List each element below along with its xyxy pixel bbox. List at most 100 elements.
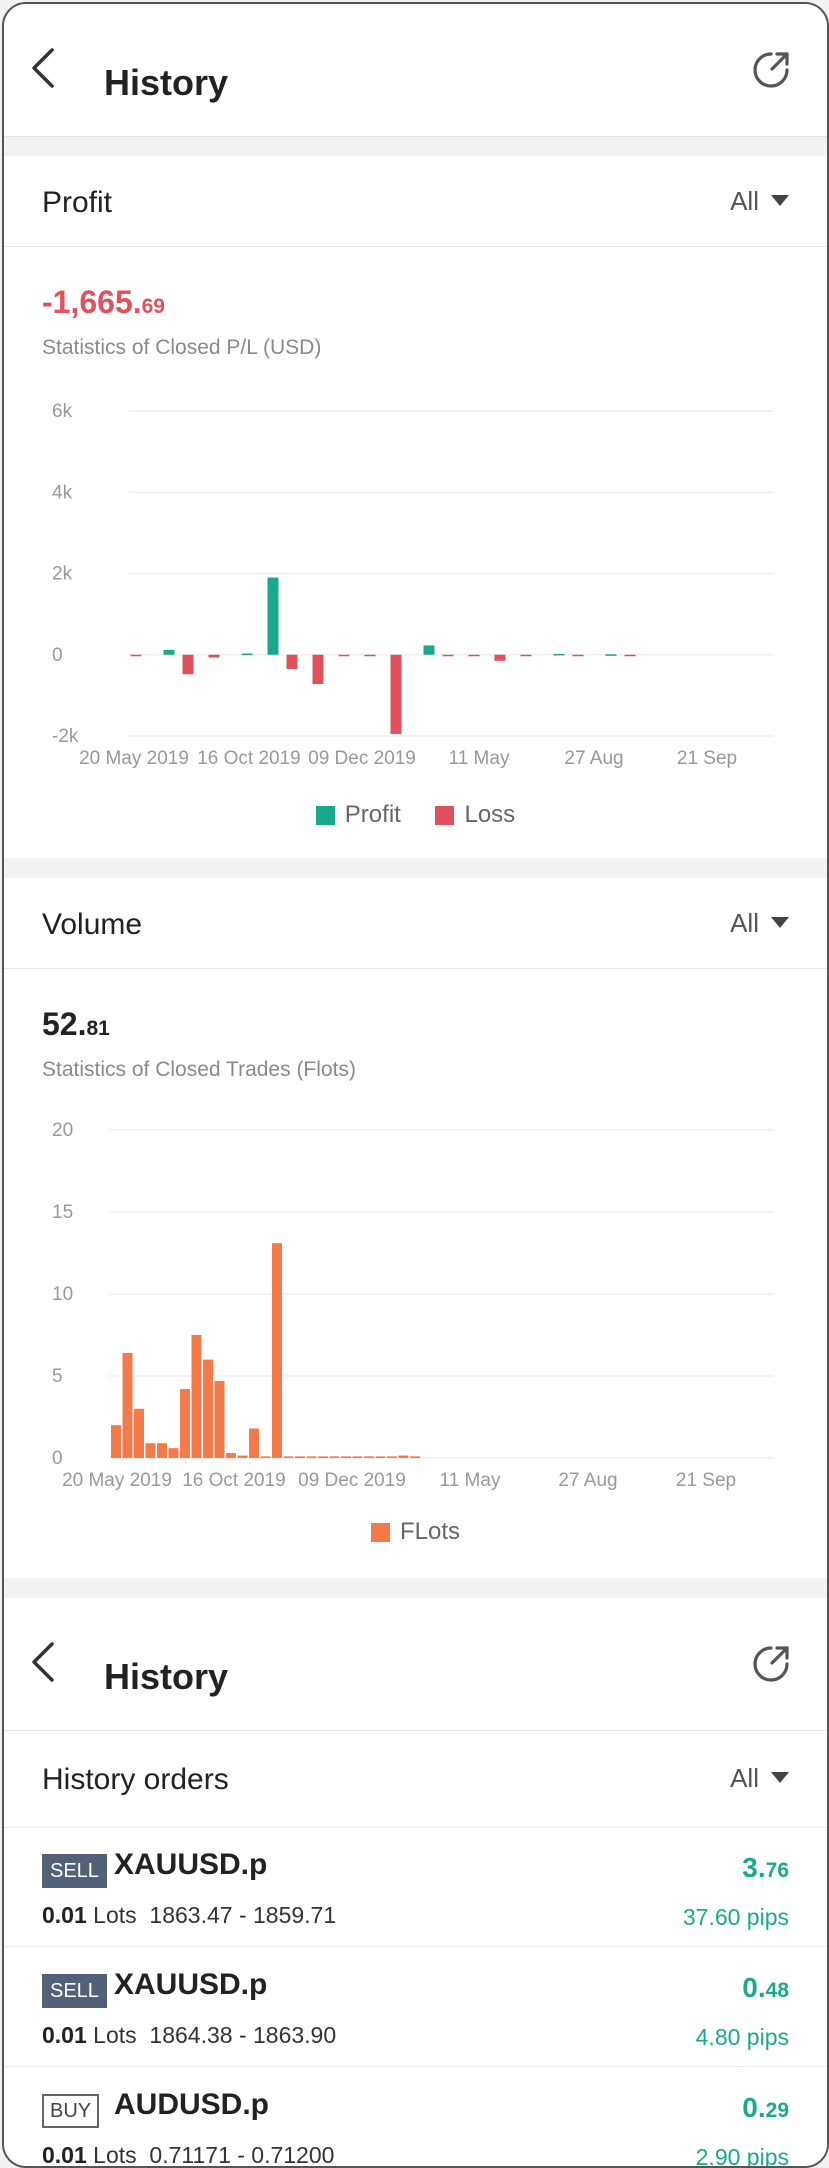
y-tick-label: 0 [52,1448,63,1469]
page-title-2: History [104,1656,229,1697]
bar-loss [338,654,350,657]
bar-flots [410,1456,420,1458]
orders-filter-dropdown[interactable]: All [730,1763,789,1794]
order-profit-int: 0. [742,1972,766,2003]
order-row[interactable]: SELL XAUUSD.p 0.01 Lots 1863.47 - 1859.7… [4,1828,827,1947]
loss-swatch [435,805,455,825]
order-lots: 0.01 [42,1902,87,1928]
order-row[interactable]: SELL XAUUSD.p 0.01 Lots 1864.38 - 1863.9… [4,1948,827,2067]
side-badge: SELL [42,1854,107,1888]
x-tick-label: 27 Aug [558,1470,617,1491]
bar-flots [352,1456,363,1458]
order-row[interactable]: BUY AUDUSD.p 0.01 Lots 0.71171 - 0.71200… [4,2068,827,2168]
profit-legend: Profit Loss [4,801,827,832]
orders-filter-label: All [730,1763,759,1793]
volume-chart: 20 15 10 5 020 May 2019 16 Oct 2019 09 Dec 201… [52,1120,774,1491]
legend-item-loss: Loss [435,801,515,829]
side-badge: SELL [42,1974,107,2008]
bar-loss [312,654,324,684]
order-profit: 3.76 [742,1852,789,1884]
bar-loss [182,654,194,675]
bar-loss [208,654,220,658]
x-tick-label: 27 Aug [564,748,623,769]
x-tick-label: 09 Dec 2019 [298,1470,406,1491]
legend-label-flots: FLots [399,1518,461,1545]
order-profit-dec: 29 [765,2099,789,2122]
order-profit: 0.48 [742,1972,789,2004]
bar-profit [553,653,565,656]
bar-flots [306,1456,317,1458]
bar-loss [572,654,584,657]
bar-profit [423,645,435,655]
bar-profit [605,654,617,656]
order-lots-line: 0.01 Lots 1864.38 - 1863.90 [42,2022,336,2049]
chevron-left-icon[interactable] [26,1638,62,1686]
orders-header: History orders All [4,1731,827,1828]
bar-flots [180,1389,190,1458]
order-pips: 4.80 pips [695,2024,789,2050]
x-tick-label: 11 May [440,1470,501,1491]
order-lots: 0.01 [42,2142,87,2168]
bar-loss [390,654,402,734]
bar-flots [398,1455,409,1458]
bar-flots [341,1456,351,1458]
bar-flots [191,1335,202,1458]
y-tick-label: 0 [52,645,63,666]
history-orders-section: History orders All SELL XAUUSD.p 0.01 Lo… [4,1731,827,2168]
legend-label-profit: Profit [344,801,401,828]
share-icon[interactable] [747,1640,795,1688]
bar-flots [283,1456,294,1458]
order-profit-int: 3. [742,1852,766,1883]
bar-loss [364,654,376,657]
bar-flots [226,1453,236,1458]
order-profit: 0.29 [742,2092,789,2124]
share-icon[interactable] [747,46,795,94]
orders-title: History orders [42,1763,229,1796]
bar-loss [442,654,454,657]
y-tick-label: 4k [52,482,73,503]
bar-profit [267,577,279,655]
y-tick-label: 20 [52,1120,73,1141]
legend-label-loss: Loss [464,801,516,828]
bar-flots [375,1456,386,1458]
order-lots-label: Lots [93,1902,137,1928]
x-tick-label: 21 Sep [677,748,737,769]
chevron-left-icon[interactable] [26,44,62,92]
bar-flots [134,1408,144,1458]
bar-flots [260,1456,271,1458]
order-pips: 37.60 pips [682,1904,789,1930]
volume-legend: FLots [4,1518,827,1549]
page-title: History [104,62,229,103]
x-tick-label: 16 Oct 2019 [197,748,301,769]
app-frame: History Profit All -1,665.69 Statistics … [2,2,829,2168]
x-tick-label: 09 Dec 2019 [308,748,416,769]
y-tick-label: 5 [52,1366,63,1387]
caret-down-icon [771,1772,789,1783]
side-badge: BUY [42,2094,100,2128]
top-app-bar: History [4,4,827,137]
bar-flots [203,1359,213,1458]
order-profit-dec: 76 [765,1859,789,1882]
order-symbol: AUDUSD.p [114,2088,269,2121]
x-tick-label: 16 Oct 2019 [182,1470,286,1491]
order-profit-int: 0. [742,2092,766,2123]
bar-loss [624,654,636,657]
bar-flots [249,1428,259,1458]
order-price-range: 1863.47 - 1859.71 [149,1902,337,1928]
legend-item-profit: Profit [315,801,401,829]
order-lots-label: Lots [93,2142,137,2168]
bar-flots [237,1455,248,1458]
y-tick-label: -2k [52,726,79,747]
bar-flots [387,1456,397,1458]
order-symbol: XAUUSD.p [114,1848,268,1881]
bar-flots [295,1456,305,1458]
bar-loss [468,654,480,657]
order-symbol: XAUUSD.p [114,1968,268,2001]
bar-flots [122,1353,133,1458]
bar-profit [241,653,253,656]
order-price-range: 0.71171 - 0.71200 [149,2142,335,2168]
bar-flots [318,1456,328,1458]
order-pips: 2.90 pips [695,2144,789,2168]
bar-flots [329,1456,340,1458]
order-lots-line: 0.01 Lots 1863.47 - 1859.71 [42,1902,336,1929]
